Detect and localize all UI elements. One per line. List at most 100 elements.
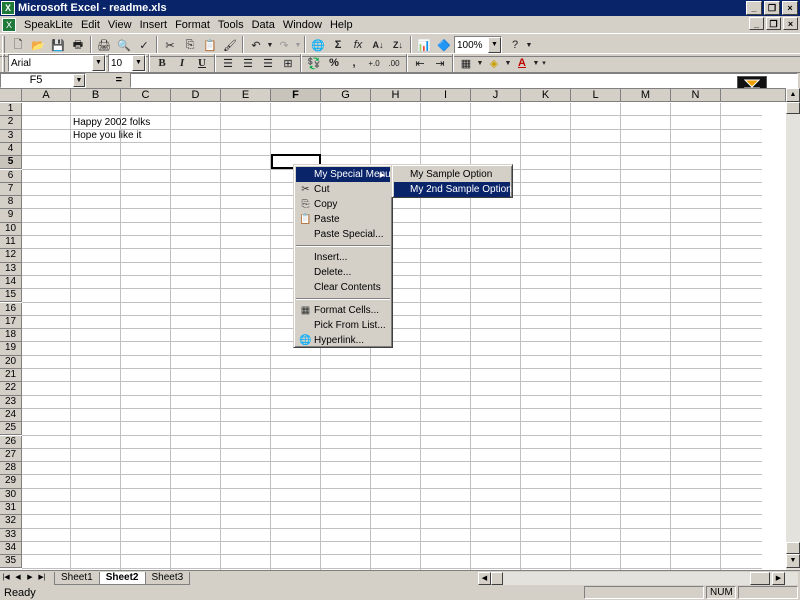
sort-descending-icon[interactable]: Z↓	[388, 35, 408, 55]
column-header-d[interactable]: D	[171, 89, 221, 102]
fill-color-icon[interactable]: ◈	[484, 53, 504, 73]
toolbar-grip[interactable]	[2, 54, 5, 72]
row-header-19[interactable]: 19	[0, 342, 22, 356]
cell-B2[interactable]: Happy 2002 folks	[73, 116, 150, 129]
scroll-left-icon[interactable]: ◀	[478, 572, 491, 585]
column-header-a[interactable]: A	[22, 89, 71, 102]
formula-input[interactable]	[130, 72, 798, 88]
undo-dropdown-icon[interactable]: ▼	[266, 35, 274, 55]
row-header-11[interactable]: 11	[0, 236, 22, 250]
row-header-4[interactable]: 4	[0, 142, 22, 157]
menu-pick-from-list[interactable]: Pick From List...	[296, 318, 390, 333]
row-header-30[interactable]: 30	[0, 488, 22, 502]
tab-sheet1[interactable]: Sheet1	[54, 571, 100, 585]
row-header-16[interactable]: 16	[0, 302, 22, 316]
copy-icon[interactable]: ⎘	[180, 35, 200, 55]
horizontal-scrollbar[interactable]: ◀ ▶	[478, 572, 798, 585]
vertical-scrollbar[interactable]: ▲ ▼	[786, 88, 800, 570]
align-right-icon[interactable]: ☰	[258, 53, 278, 73]
merge-center-icon[interactable]: ⊞	[278, 53, 298, 73]
formula-equals-icon[interactable]: =	[86, 74, 130, 86]
column-header-i[interactable]: I	[421, 89, 471, 102]
menu-data[interactable]: Data	[248, 19, 279, 31]
chevron-down-icon[interactable]: ▼	[73, 73, 85, 87]
chevron-down-icon[interactable]: ▼	[92, 55, 105, 71]
menu-insert[interactable]: Insert	[136, 19, 172, 31]
tab-sheet2[interactable]: Sheet2	[98, 571, 146, 585]
scroll-down-icon[interactable]: ▼	[786, 554, 800, 568]
menu-speaklite[interactable]: SpeakLite	[20, 19, 77, 31]
menu-paste-special[interactable]: Paste Special...	[296, 227, 390, 242]
restore-button[interactable]: ❐	[764, 1, 780, 15]
hyperlink-icon[interactable]: 🌐	[308, 35, 328, 55]
submenu-my-sample-option[interactable]: My Sample Option	[394, 167, 510, 182]
toolbar-grip[interactable]	[2, 36, 5, 54]
borders-icon[interactable]: ▦	[456, 53, 476, 73]
column-header-m[interactable]: M	[621, 89, 671, 102]
column-header-e[interactable]: E	[221, 89, 271, 102]
underline-icon[interactable]: U	[192, 53, 212, 73]
italic-icon[interactable]: I	[172, 53, 192, 73]
last-sheet-icon[interactable]: ▶|	[36, 572, 48, 585]
bold-icon[interactable]: B	[152, 53, 172, 73]
row-header-10[interactable]: 10	[0, 222, 22, 236]
paste-icon[interactable]: 📋	[200, 35, 220, 55]
doc-close-button[interactable]: ×	[783, 17, 798, 30]
menu-help[interactable]: Help	[326, 19, 357, 31]
sort-ascending-icon[interactable]: A↓	[368, 35, 388, 55]
row-header-32[interactable]: 32	[0, 515, 22, 529]
menu-view[interactable]: View	[104, 19, 136, 31]
font-color-icon[interactable]: A	[512, 53, 532, 73]
tab-sheet3[interactable]: Sheet3	[144, 571, 191, 585]
menu-hyperlink[interactable]: 🌐 Hyperlink...	[296, 333, 390, 348]
vertical-scroll-thumb[interactable]	[786, 102, 800, 114]
tab-split-handle[interactable]	[750, 572, 770, 585]
chart-wizard-icon[interactable]: 📊	[414, 35, 434, 55]
row-header-13[interactable]: 13	[0, 262, 22, 276]
row-header-26[interactable]: 26	[0, 435, 22, 449]
row-header-17[interactable]: 17	[0, 315, 22, 330]
column-header-h[interactable]: H	[371, 89, 421, 102]
spelling-icon[interactable]: ✓	[134, 35, 154, 55]
borders-dropdown-icon[interactable]: ▼	[476, 53, 484, 73]
font-color-dropdown-icon[interactable]: ▼	[532, 53, 540, 73]
open-icon[interactable]: 📂	[28, 35, 48, 55]
row-header-34[interactable]: 34	[0, 541, 22, 556]
submenu-my-2nd-sample-option[interactable]: My 2nd Sample Option	[394, 182, 512, 197]
cell-B3[interactable]: Hope you like it	[73, 129, 141, 142]
row-header-18[interactable]: 18	[0, 329, 22, 343]
menu-cut[interactable]: ✂ Cut	[296, 182, 390, 197]
row-header-27[interactable]: 27	[0, 448, 22, 463]
menu-format-cells[interactable]: ▦ Format Cells...	[296, 303, 390, 318]
row-header-29[interactable]: 29	[0, 475, 22, 489]
row-header-14[interactable]: 14	[0, 275, 22, 290]
print-icon[interactable]: 🖨	[94, 35, 114, 55]
font-size-combo[interactable]: 10 ▼	[108, 54, 146, 72]
cut-icon[interactable]: ✂	[160, 35, 180, 55]
next-sheet-icon[interactable]: ▶	[24, 572, 36, 585]
row-header-7[interactable]: 7	[0, 182, 22, 197]
row-header-15[interactable]: 15	[0, 289, 22, 303]
autosum-icon[interactable]: Σ	[328, 35, 348, 55]
row-header-25[interactable]: 25	[0, 422, 22, 436]
preview-icon[interactable]: 🔍	[114, 35, 134, 55]
save-icon[interactable]: 💾	[48, 35, 68, 55]
menu-tools[interactable]: Tools	[214, 19, 248, 31]
row-header-6[interactable]: 6	[0, 169, 22, 183]
column-header-j[interactable]: J	[471, 89, 521, 102]
function-icon[interactable]: fx	[348, 35, 368, 55]
help-dropdown-icon[interactable]: ▼	[525, 35, 533, 55]
row-header-23[interactable]: 23	[0, 395, 22, 409]
chevron-down-icon[interactable]: ▼	[488, 37, 501, 53]
row-header-3[interactable]: 3	[0, 129, 22, 143]
row-header-20[interactable]: 20	[0, 355, 22, 369]
increase-indent-icon[interactable]: ⇥	[430, 53, 450, 73]
zoom-combo[interactable]: 100% ▼	[454, 36, 502, 54]
menu-copy[interactable]: ⎘ Copy	[296, 197, 390, 212]
excel-app-icon[interactable]: X	[1, 1, 15, 15]
row-header-1[interactable]: 1	[0, 103, 22, 117]
menu-my-special-menu[interactable]: My Special Menu ▶	[296, 167, 391, 182]
menu-paste[interactable]: 📋 Paste	[296, 212, 390, 227]
column-header-n[interactable]: N	[671, 89, 721, 102]
menu-edit[interactable]: Edit	[77, 19, 104, 31]
